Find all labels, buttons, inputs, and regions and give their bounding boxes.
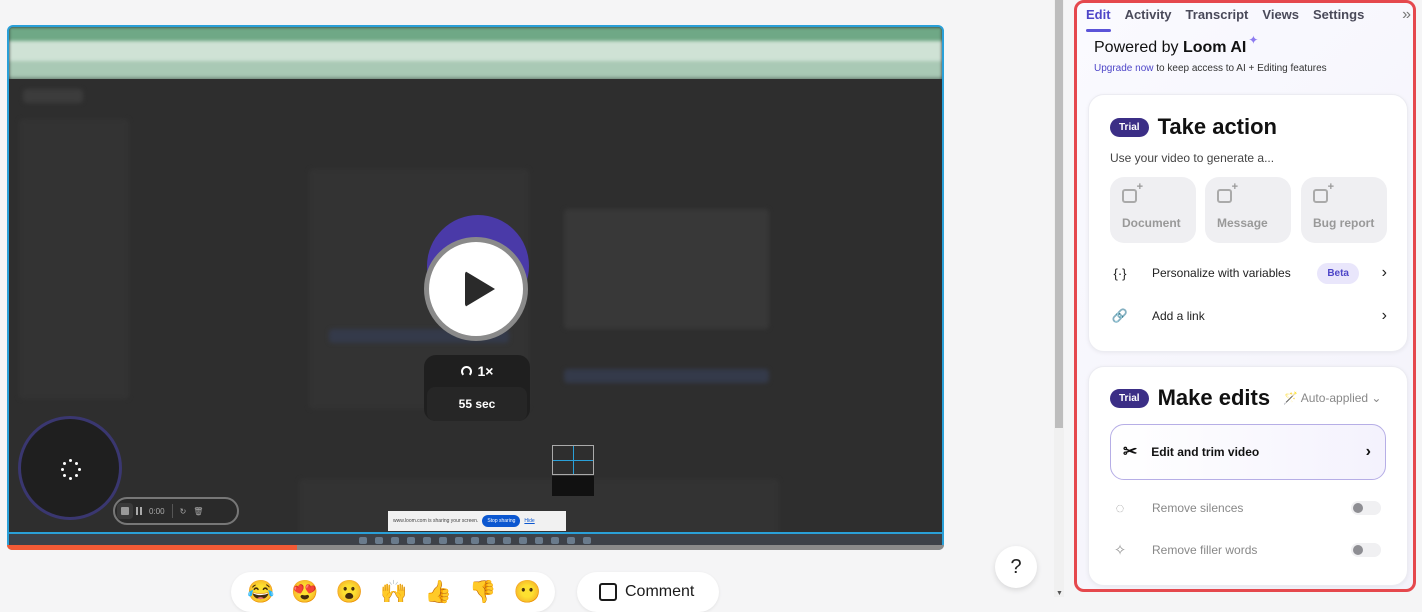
- play-icon: [465, 271, 495, 307]
- hide-label: Hide: [524, 518, 535, 524]
- video-progress-bar[interactable]: [7, 545, 944, 550]
- recorder-controls: 0:00 ↻ 🗑: [113, 497, 239, 525]
- sparkle-icon: ✦: [1248, 33, 1259, 47]
- camera-bubble: [18, 416, 122, 520]
- scroll-down-icon[interactable]: ▼: [1056, 590, 1063, 597]
- page-scrollbar[interactable]: ▼: [1054, 0, 1064, 597]
- video-duration: 55 sec: [427, 387, 527, 421]
- magic-wand-icon: 🪄: [1283, 391, 1301, 405]
- comment-button[interactable]: Comment: [577, 572, 719, 612]
- recorded-browser-chrome: [9, 27, 942, 87]
- brand-name: Loom AI: [1182, 39, 1247, 56]
- reaction-love[interactable]: 😍: [291, 580, 318, 604]
- tab-transcript[interactable]: Transcript: [1186, 7, 1249, 32]
- trial-badge: Trial: [1110, 117, 1149, 137]
- reaction-clap[interactable]: 🙌: [380, 580, 407, 604]
- trial-badge: Trial: [1110, 388, 1149, 408]
- progress-fill: [7, 545, 298, 550]
- edit-trim-video-button[interactable]: ✂ Edit and trim video ›: [1110, 424, 1386, 480]
- reaction-thumbs-down[interactable]: 👎: [469, 580, 496, 604]
- take-action-subtitle: Use your video to generate a...: [1110, 151, 1275, 165]
- chevron-right-icon: ›: [1381, 264, 1387, 281]
- play-button[interactable]: [424, 237, 528, 341]
- reaction-wow[interactable]: 😮: [336, 580, 363, 604]
- panel-tabs: Edit Activity Transcript Views Settings: [1086, 7, 1364, 32]
- remove-filler-words-row: ✧ Remove filler words: [1110, 536, 1391, 564]
- edit-side-panel: Edit Activity Transcript Views Settings …: [1074, 0, 1416, 592]
- trash-icon: 🗑: [193, 506, 204, 516]
- remove-silences-toggle[interactable]: [1351, 501, 1381, 515]
- upgrade-notice: Upgrade now to keep access to AI + Editi…: [1094, 63, 1327, 74]
- scrollbar-thumb[interactable]: [1055, 0, 1063, 428]
- link-icon: 🔗: [1111, 308, 1129, 323]
- loading-spinner-icon: [61, 459, 81, 480]
- remove-filler-words-toggle[interactable]: [1351, 543, 1381, 557]
- ticket-plus-icon: [1313, 181, 1334, 203]
- message-plus-icon: [1217, 181, 1238, 203]
- variables-icon: {·}: [1113, 265, 1127, 281]
- add-reaction-icon[interactable]: 😶: [513, 580, 540, 604]
- add-link-row[interactable]: 🔗 Add a link ›: [1110, 301, 1391, 331]
- take-action-title: Take action: [1157, 114, 1277, 139]
- comment-label: Comment: [625, 583, 695, 600]
- make-edits-title: Make edits: [1157, 385, 1271, 410]
- comment-icon: [599, 583, 617, 601]
- reaction-laugh[interactable]: 😂: [247, 580, 274, 604]
- help-button[interactable]: ?: [995, 546, 1037, 588]
- chevron-right-icon: ›: [1381, 307, 1387, 324]
- generate-message-button[interactable]: Message: [1205, 177, 1291, 243]
- generate-bug-report-button[interactable]: Bug report: [1301, 177, 1387, 243]
- pause-icon: [136, 507, 142, 515]
- stop-icon: [121, 507, 129, 515]
- silence-icon: ◌: [1115, 499, 1125, 517]
- collapse-panel-icon[interactable]: »: [1402, 6, 1411, 24]
- tab-edit[interactable]: Edit: [1086, 7, 1111, 32]
- remove-silences-row: ◌ Remove silences: [1110, 494, 1391, 522]
- document-plus-icon: [1122, 181, 1143, 203]
- generate-document-button[interactable]: Document: [1110, 177, 1196, 243]
- recorder-time: 0:00: [149, 506, 165, 516]
- speedometer-icon: [460, 365, 472, 377]
- restart-icon: ↻: [179, 506, 187, 516]
- screenshot-info: [552, 476, 594, 496]
- reaction-bar: 😂 😍 😮 🙌 👍 👎 😶: [231, 572, 555, 612]
- screen-share-bar: www.loom.com is sharing your screen. Sto…: [388, 511, 566, 531]
- filler-words-icon: ✧: [1113, 542, 1127, 559]
- tab-activity[interactable]: Activity: [1125, 7, 1172, 32]
- chevron-right-icon: ›: [1365, 443, 1371, 460]
- share-message: www.loom.com is sharing your screen.: [393, 518, 479, 524]
- personalize-variables-row[interactable]: {·} Personalize with variables Beta ›: [1110, 258, 1391, 288]
- take-action-card: Trial Take action Use your video to gene…: [1088, 94, 1408, 352]
- powered-by-heading: Powered by Loom AI ✦: [1094, 33, 1259, 56]
- playback-info: 1× 55 sec: [424, 355, 530, 421]
- tab-views[interactable]: Views: [1262, 7, 1299, 32]
- tab-settings[interactable]: Settings: [1313, 7, 1364, 32]
- auto-applied-dropdown[interactable]: 🪄 Auto-applied ⌄: [1283, 391, 1381, 405]
- speed-value: 1×: [477, 363, 494, 379]
- speed-button[interactable]: 1×: [424, 355, 530, 387]
- beta-badge: Beta: [1317, 262, 1359, 284]
- screenshot-crosshair: [552, 445, 594, 475]
- make-edits-card: Trial Make edits 🪄 Auto-applied ⌄ ✂ Edit…: [1088, 366, 1408, 586]
- upgrade-now-link[interactable]: Upgrade now: [1094, 63, 1153, 74]
- video-player[interactable]: 1× 55 sec 0:00 ↻ 🗑 www.loom.com is shari…: [7, 25, 944, 550]
- stop-sharing-label: Stop sharing: [482, 515, 521, 527]
- scissors-icon: ✂: [1123, 442, 1138, 461]
- reaction-thumbs-up[interactable]: 👍: [425, 580, 452, 604]
